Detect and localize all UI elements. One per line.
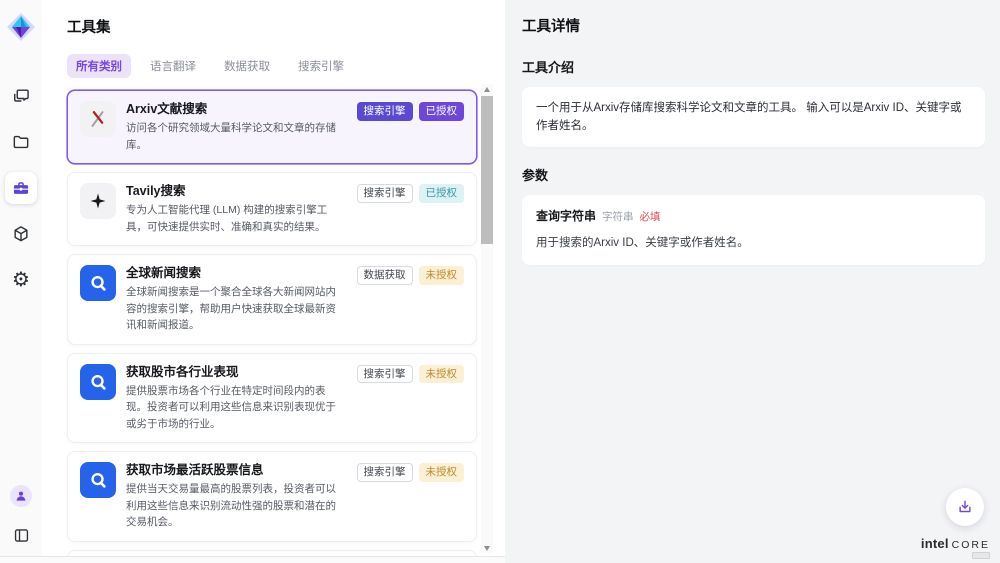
page-title: 工具集 xyxy=(67,18,505,38)
intel-core-logo: intel CORE xyxy=(921,536,990,559)
detail-title: 工具详情 xyxy=(522,17,985,37)
app-window: ⚙ 工具集 所有类别 语言翻译 数据获取 搜索引擎 xyxy=(0,0,1000,563)
parameter-required-badge: 必填 xyxy=(640,209,661,226)
tool-title: 获取市场最活跃股票信息 xyxy=(126,462,343,478)
chat-icon[interactable] xyxy=(5,80,37,112)
tool-detail-panel: 工具详情 工具介绍 一个用于从Arxiv存储库搜索科学论文和文章的工具。 输入可… xyxy=(505,0,1000,563)
category-badge: 搜索引擎 xyxy=(357,184,413,203)
download-button[interactable] xyxy=(946,488,984,526)
tool-title: Arxiv文献搜索 xyxy=(126,101,343,117)
tab-language-translation[interactable]: 语言翻译 xyxy=(141,54,205,78)
search-magnifier-icon xyxy=(80,265,116,301)
tool-desc: 专为人工智能代理 (LLM) 构建的搜索引擎工具，可快速提供实时、准确和真实的结… xyxy=(126,202,343,235)
search-magnifier-icon xyxy=(80,462,116,498)
download-icon xyxy=(956,498,974,516)
toolbox-icon[interactable] xyxy=(5,172,37,204)
params-heading: 参数 xyxy=(522,167,985,185)
tool-badges: 搜索引擎 未授权 xyxy=(357,462,465,482)
scrollbar-thumb[interactable] xyxy=(481,96,493,244)
tool-list: Arxiv文献搜索 访问各个研究领域大量科学论文和文章的存储库。 搜索引擎 已授… xyxy=(67,90,477,563)
tool-badges: 搜索引擎 已授权 xyxy=(357,101,465,121)
intro-text: 一个用于从Arxiv存储库搜索科学论文和文章的工具。 输入可以是Arxiv ID… xyxy=(536,102,962,132)
brand-core-text: CORE xyxy=(952,539,990,551)
category-badge: 搜索引擎 xyxy=(357,102,413,121)
tool-text: 全球新闻搜索 全球新闻搜索是一个聚合全球各大新闻网站内容的搜索引擎，帮助用户快速… xyxy=(126,265,343,334)
category-badge: 搜索引擎 xyxy=(357,365,413,384)
category-badge: 搜索引擎 xyxy=(357,463,413,482)
tool-desc: 访问各个研究领域大量科学论文和文章的存储库。 xyxy=(126,120,343,153)
tab-all-categories[interactable]: 所有类别 xyxy=(67,54,131,78)
brand-badge xyxy=(972,552,990,559)
auth-badge: 已授权 xyxy=(419,184,465,203)
window-bottom-edge xyxy=(0,556,505,563)
user-avatar-icon[interactable] xyxy=(10,485,32,507)
tool-badges: 搜索引擎 已授权 xyxy=(357,183,465,203)
auth-badge: 已授权 xyxy=(419,102,465,121)
parameter-name: 查询字符串 xyxy=(536,208,596,225)
tool-list-panel: 工具集 所有类别 语言翻译 数据获取 搜索引擎 Arxiv文献搜索 访问各个研究… xyxy=(42,0,505,563)
brand-intel-text: intel xyxy=(921,536,949,551)
category-badge: 数据获取 xyxy=(357,266,413,285)
parameter-card: 查询字符串 字符串 必填 用于搜索的Arxiv ID、关键字或作者姓名。 xyxy=(522,195,985,265)
parameter-header: 查询字符串 字符串 必填 xyxy=(536,208,971,226)
intro-card: 一个用于从Arxiv存储库搜索科学论文和文章的工具。 输入可以是Arxiv ID… xyxy=(522,87,985,147)
tool-text: 获取市场最活跃股票信息 提供当天交易量最高的股票列表，投资者可以利用这些信息来识… xyxy=(126,462,343,531)
tab-search-engine[interactable]: 搜索引擎 xyxy=(289,54,353,78)
app-logo-icon xyxy=(4,10,38,44)
parameter-desc: 用于搜索的Arxiv ID、关键字或作者姓名。 xyxy=(536,235,971,252)
auth-badge: 未授权 xyxy=(419,365,465,384)
arxiv-x-icon xyxy=(80,101,116,137)
list-scrollbar[interactable] xyxy=(481,84,493,553)
settings-icon[interactable]: ⚙ xyxy=(5,264,37,296)
search-magnifier-icon xyxy=(80,364,116,400)
parameter-type: 字符串 xyxy=(602,209,634,226)
sidebar: ⚙ xyxy=(0,0,42,563)
tool-title: 获取股市各行业表现 xyxy=(126,364,343,380)
tool-card-arxiv[interactable]: Arxiv文献搜索 访问各个研究领域大量科学论文和文章的存储库。 搜索引擎 已授… xyxy=(67,90,477,164)
tool-title: 全球新闻搜索 xyxy=(126,265,343,281)
sparkle-icon xyxy=(80,183,116,219)
tool-desc: 全球新闻搜索是一个聚合全球各大新闻网站内容的搜索引擎，帮助用户快速获取全球最新资… xyxy=(126,284,343,334)
tool-badges: 数据获取 未授权 xyxy=(357,265,465,285)
tab-data-fetch[interactable]: 数据获取 xyxy=(215,54,279,78)
tool-desc: 提供股票市场各个行业在特定时间段内的表现。投资者可以利用这些信息来识别表现优于或… xyxy=(126,383,343,433)
tool-title: Tavily搜索 xyxy=(126,183,343,199)
tool-text: Tavily搜索 专为人工智能代理 (LLM) 构建的搜索引擎工具，可快速提供实… xyxy=(126,183,343,235)
tool-badges: 搜索引擎 未授权 xyxy=(357,364,465,384)
tool-card-global-news[interactable]: 全球新闻搜索 全球新闻搜索是一个聚合全球各大新闻网站内容的搜索引擎，帮助用户快速… xyxy=(67,254,477,345)
scrollbar-down-arrow-icon[interactable] xyxy=(481,543,493,553)
tool-card-most-active-stocks[interactable]: 获取市场最活跃股票信息 提供当天交易量最高的股票列表，投资者可以利用这些信息来识… xyxy=(67,451,477,542)
cube-icon[interactable] xyxy=(5,218,37,250)
scrollbar-up-arrow-icon[interactable] xyxy=(481,84,493,94)
layout-toggle-icon[interactable] xyxy=(5,519,37,551)
tool-card-sector-performance[interactable]: 获取股市各行业表现 提供股票市场各个行业在特定时间段内的表现。投资者可以利用这些… xyxy=(67,353,477,444)
tool-desc: 提供当天交易量最高的股票列表，投资者可以利用这些信息来识别流动性强的股票和潜在的… xyxy=(126,481,343,531)
tool-text: 获取股市各行业表现 提供股票市场各个行业在特定时间段内的表现。投资者可以利用这些… xyxy=(126,364,343,433)
tool-card-tavily[interactable]: Tavily搜索 专为人工智能代理 (LLM) 构建的搜索引擎工具，可快速提供实… xyxy=(67,172,477,246)
auth-badge: 未授权 xyxy=(419,266,465,285)
category-tabs: 所有类别 语言翻译 数据获取 搜索引擎 xyxy=(67,54,505,78)
auth-badge: 未授权 xyxy=(419,463,465,482)
intro-heading: 工具介绍 xyxy=(522,59,985,77)
tool-text: Arxiv文献搜索 访问各个研究领域大量科学论文和文章的存储库。 xyxy=(126,101,343,153)
folder-icon[interactable] xyxy=(5,126,37,158)
